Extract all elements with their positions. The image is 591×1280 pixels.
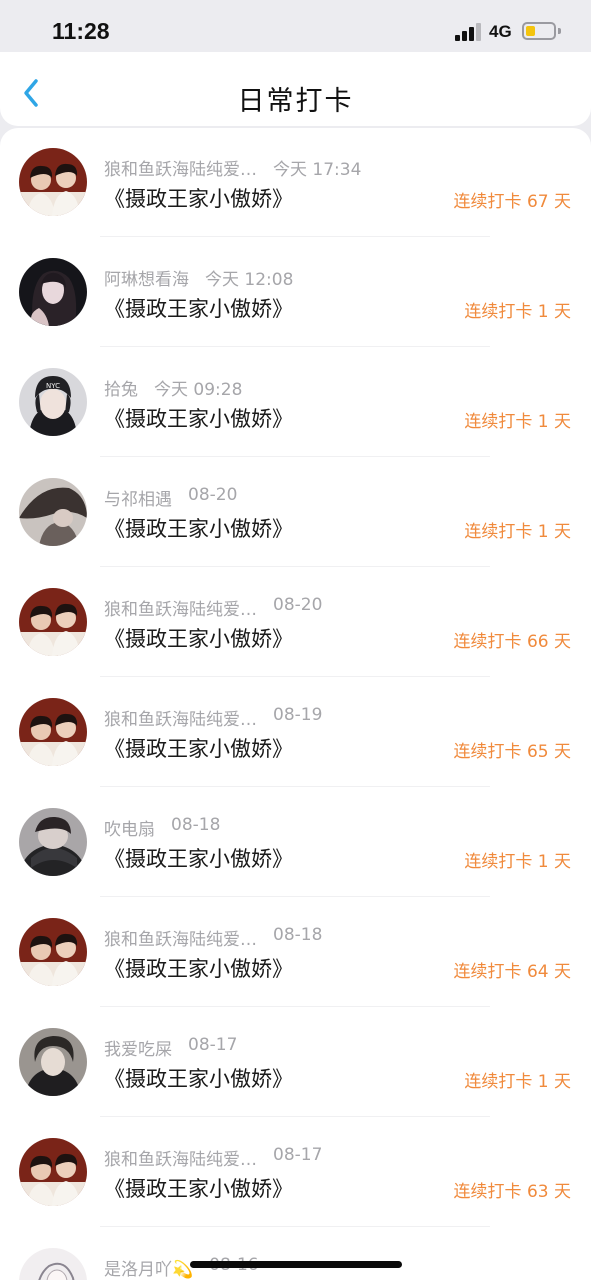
network-label: 4G — [489, 22, 512, 41]
streak-label: 连续打卡 1 天 — [464, 522, 571, 542]
streak-label: 连续打卡 1 天 — [464, 302, 571, 322]
divider — [100, 1006, 490, 1007]
checkin-row[interactable]: 狼和鱼跃海陆纯爱… 08-20 《摄政王家小傲娇》 连续打卡 66 天 — [0, 568, 591, 678]
status-time: 11:28 — [52, 18, 110, 44]
status-bar: 11:28 4G — [0, 0, 591, 52]
meta-line: 狼和鱼跃海陆纯爱… 今天 17:34 — [104, 155, 361, 180]
meta-line: 与祁相遇 08-20 — [104, 485, 237, 510]
divider — [100, 566, 490, 567]
username[interactable]: 狼和鱼跃海陆纯爱… — [104, 705, 257, 730]
username[interactable]: 狼和鱼跃海陆纯爱… — [104, 925, 257, 950]
checkin-row[interactable]: 狼和鱼跃海陆纯爱… 08-19 《摄政王家小傲娇》 连续打卡 65 天 — [0, 678, 591, 788]
divider — [100, 676, 490, 677]
streak-label: 连续打卡 67 天 — [453, 192, 571, 212]
post-time: 08-17 — [273, 1145, 323, 1165]
book-title[interactable]: 《摄政王家小傲娇》 — [104, 403, 293, 433]
streak-label: 连续打卡 63 天 — [453, 1182, 571, 1202]
streak-label: 连续打卡 65 天 — [453, 742, 571, 762]
divider — [100, 1226, 490, 1227]
post-time: 08-20 — [273, 595, 323, 615]
post-time: 08-19 — [273, 705, 323, 725]
streak-label: 连续打卡 1 天 — [464, 852, 571, 872]
username[interactable]: 拾兔 — [104, 375, 138, 400]
username[interactable]: 阿琳想看海 — [104, 265, 189, 290]
avatar[interactable] — [19, 1138, 87, 1206]
meta-line: 狼和鱼跃海陆纯爱… 08-19 — [104, 705, 322, 730]
avatar[interactable] — [19, 918, 87, 986]
book-title[interactable]: 《摄政王家小傲娇》 — [104, 953, 293, 983]
avatar[interactable] — [19, 1028, 87, 1096]
book-title[interactable]: 《摄政王家小傲娇》 — [104, 513, 293, 543]
divider — [100, 346, 490, 347]
book-title[interactable]: 《摄政王家小傲娇》 — [104, 293, 293, 323]
divider — [100, 896, 490, 897]
post-time: 08-20 — [188, 485, 238, 505]
post-time: 今天 12:08 — [205, 270, 294, 290]
post-time: 08-17 — [188, 1035, 238, 1055]
divider — [100, 786, 490, 787]
divider — [100, 456, 490, 457]
checkin-list: 狼和鱼跃海陆纯爱… 今天 17:34 《摄政王家小傲娇》 连续打卡 67 天 阿琳… — [0, 128, 591, 1280]
post-time: 今天 09:28 — [154, 380, 243, 400]
streak-label: 连续打卡 1 天 — [464, 1072, 571, 1092]
checkin-row[interactable]: 我爱吃屎 08-17 《摄政王家小傲娇》 连续打卡 1 天 — [0, 1008, 591, 1118]
checkin-row[interactable]: 吹电扇 08-18 《摄政王家小傲娇》 连续打卡 1 天 — [0, 788, 591, 898]
battery-icon — [522, 22, 556, 40]
meta-line: 狼和鱼跃海陆纯爱… 08-18 — [104, 925, 322, 950]
avatar[interactable] — [19, 478, 87, 546]
post-time: 08-18 — [171, 815, 221, 835]
checkin-row[interactable]: 狼和鱼跃海陆纯爱… 08-18 《摄政王家小傲娇》 连续打卡 64 天 — [0, 898, 591, 1008]
nav-bar: 日常打卡 — [0, 52, 591, 126]
checkin-row[interactable]: 狼和鱼跃海陆纯爱… 08-17 《摄政王家小傲娇》 连续打卡 63 天 — [0, 1118, 591, 1228]
avatar[interactable] — [19, 808, 87, 876]
avatar[interactable] — [19, 698, 87, 766]
checkin-row[interactable]: 是洛月吖💫08-16 — [0, 1228, 591, 1280]
meta-line: 狼和鱼跃海陆纯爱… 08-20 — [104, 595, 322, 620]
post-time: 08-18 — [273, 925, 323, 945]
meta-line: 狼和鱼跃海陆纯爱… 08-17 — [104, 1145, 322, 1170]
book-title[interactable]: 《摄政王家小傲娇》 — [104, 733, 293, 763]
meta-line: 吹电扇 08-18 — [104, 815, 220, 840]
book-title[interactable]: 《摄政王家小傲娇》 — [104, 843, 293, 873]
avatar[interactable] — [19, 148, 87, 216]
username[interactable]: 与祁相遇 — [104, 485, 172, 510]
meta-line: 拾兔 今天 09:28 — [104, 375, 242, 400]
streak-label: 连续打卡 66 天 — [453, 632, 571, 652]
svg-text:NYC: NYC — [46, 382, 60, 390]
checkin-row[interactable]: 阿琳想看海 今天 12:08 《摄政王家小傲娇》 连续打卡 1 天 — [0, 238, 591, 348]
username[interactable]: 吹电扇 — [104, 815, 155, 840]
checkin-row[interactable]: 狼和鱼跃海陆纯爱… 今天 17:34 《摄政王家小傲娇》 连续打卡 67 天 — [0, 128, 591, 238]
meta-line: 我爱吃屎 08-17 — [104, 1035, 237, 1060]
avatar[interactable] — [19, 1248, 87, 1280]
book-title[interactable]: 《摄政王家小傲娇》 — [104, 183, 293, 213]
book-title[interactable]: 《摄政王家小傲娇》 — [104, 1173, 293, 1203]
page-title: 日常打卡 — [237, 86, 354, 117]
avatar[interactable] — [19, 588, 87, 656]
avatar[interactable] — [19, 258, 87, 326]
username[interactable]: 是洛月吖💫 — [104, 1255, 193, 1280]
post-time: 今天 17:34 — [273, 160, 362, 180]
book-title[interactable]: 《摄政王家小傲娇》 — [104, 1063, 293, 1093]
streak-label: 连续打卡 1 天 — [464, 412, 571, 432]
divider — [100, 1116, 490, 1117]
streak-label: 连续打卡 64 天 — [453, 962, 571, 982]
username[interactable]: 狼和鱼跃海陆纯爱… — [104, 155, 257, 180]
username[interactable]: 狼和鱼跃海陆纯爱… — [104, 1145, 257, 1170]
username[interactable]: 我爱吃屎 — [104, 1035, 172, 1060]
home-indicator[interactable] — [190, 1261, 402, 1268]
meta-line: 阿琳想看海 今天 12:08 — [104, 265, 293, 290]
checkin-row[interactable]: 与祁相遇 08-20 《摄政王家小傲娇》 连续打卡 1 天 — [0, 458, 591, 568]
checkin-row[interactable]: NYC 拾兔 今天 09:28 《摄政王家小傲娇》 连续打卡 1 天 — [0, 348, 591, 458]
divider — [100, 236, 490, 237]
battery-cap — [558, 28, 561, 34]
avatar[interactable]: NYC — [19, 368, 87, 436]
book-title[interactable]: 《摄政王家小傲娇》 — [104, 623, 293, 653]
username[interactable]: 狼和鱼跃海陆纯爱… — [104, 595, 257, 620]
signal-icon — [455, 23, 483, 41]
